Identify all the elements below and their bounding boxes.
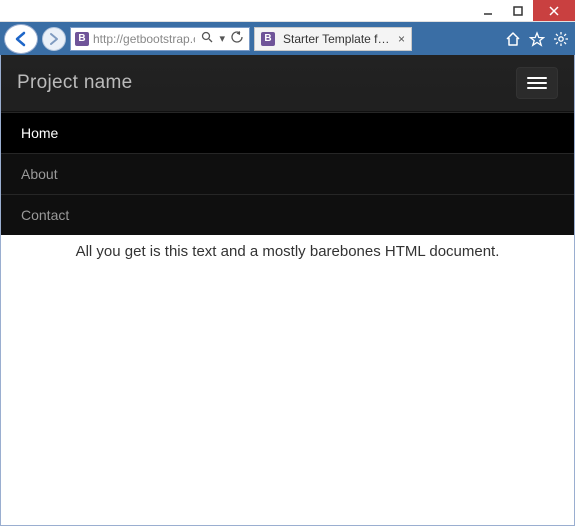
nav-item-contact[interactable]: Contact [1,194,574,235]
navbar: Project name Home About Contact [1,55,574,235]
gear-icon[interactable] [551,31,571,47]
nav-item-label: Home [21,125,58,141]
window-titlebar [0,0,575,22]
site-favicon: B [75,32,89,46]
tab-close-icon[interactable]: × [398,32,405,46]
navbar-header: Project name [1,55,574,112]
nav-item-label: About [21,166,58,182]
address-bar[interactable]: B http://getbootstrap.c... ▾ [70,27,250,51]
maximize-button[interactable] [503,0,533,21]
nav-item-label: Contact [21,207,69,223]
minimize-button[interactable] [473,0,503,21]
tab-favicon: B [261,32,275,46]
star-icon[interactable] [527,31,547,47]
tab-title: Starter Template for B... [283,32,394,46]
nav-item-home[interactable]: Home [1,112,574,153]
page-viewport: Project name Home About Contact All you … [0,55,575,526]
close-button[interactable] [533,0,575,21]
brand[interactable]: Project name [17,72,133,94]
back-button[interactable] [4,24,38,54]
hamburger-icon [527,77,547,79]
lead-text: All you get is this text and a mostly ba… [1,235,574,260]
browser-tab[interactable]: B Starter Template for B... × [254,27,412,51]
forward-button[interactable] [42,27,66,51]
search-icon[interactable] [199,31,215,46]
refresh-icon[interactable] [229,31,245,46]
navbar-toggle-button[interactable] [516,67,558,99]
browser-toolbar: B http://getbootstrap.c... ▾ B Starter T… [0,22,575,55]
url-text: http://getbootstrap.c... [93,32,195,46]
home-icon[interactable] [503,31,523,47]
nav-item-about[interactable]: About [1,153,574,194]
dropdown-icon[interactable]: ▾ [217,32,227,45]
nav-list: Home About Contact [1,112,574,235]
